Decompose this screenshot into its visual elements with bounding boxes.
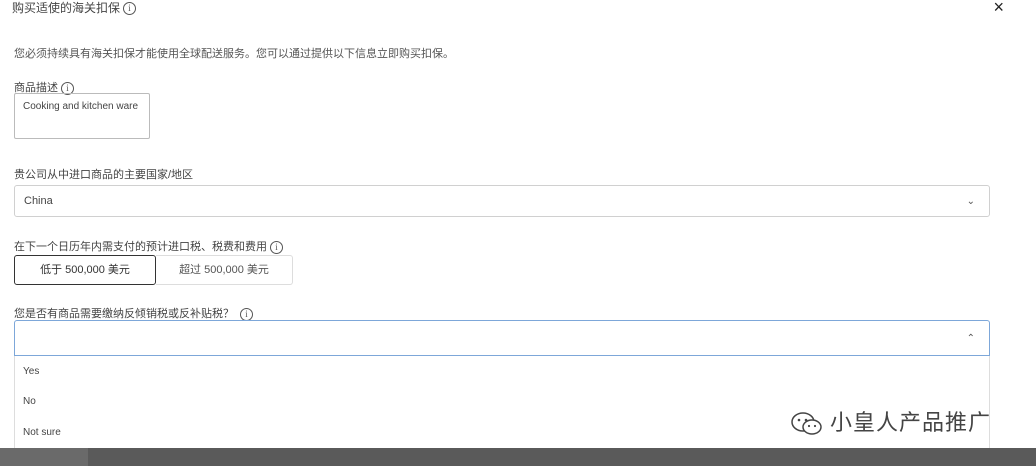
chevron-up-icon: ⌃ [966,333,975,344]
info-icon[interactable]: i [240,307,253,321]
duty-label-text: 您是否有商品需要缴纳反倾销税或反补贴税？ [14,308,234,320]
bottom-bar-left [0,448,88,466]
duty-label: 您是否有商品需要缴纳反倾销税或反补贴税？ i [14,305,253,321]
chevron-down-icon: ⌄ [966,196,975,207]
customs-bond-modal: 购买适使的海关扣保 i × 您必须持续具有海关扣保才能使用全球配送服务。您可以通过… [0,0,1036,448]
close-icon[interactable]: × [993,0,1004,18]
watermark: 小皇人产品推广 [790,405,991,437]
duty-option-not-sure[interactable]: Not sure [23,427,61,438]
country-label: 贵公司从中进口商品的主要国家/地区 [14,169,194,181]
country-select-value: China [24,195,53,207]
country-select[interactable]: China ⌄ [14,185,990,217]
duty-select[interactable]: ⌃ [14,320,990,356]
modal-title: 购买适使的海关扣保 i [12,0,137,16]
wechat-icon [791,412,822,435]
bottom-overlay-bar [0,448,1036,466]
info-icon[interactable]: i [270,240,283,254]
duty-option-no[interactable]: No [23,396,36,407]
amount-label-text: 在下一个日历年内需支付的预计进口税、税费和费用 [14,241,267,253]
watermark-text: 小皇人产品推广 [830,410,992,435]
modal-header: 购买适使的海关扣保 i × [0,0,1036,24]
info-icon[interactable]: i [123,2,137,16]
product-desc-textarea[interactable]: Cooking and kitchen ware [14,93,150,139]
intro-text: 您必须持续具有海关扣保才能使用全球配送服务。您可以通过提供以下信息立即购买扣保。 [14,48,454,60]
amount-option-over[interactable]: 超过 500,000 美元 [156,255,293,285]
amount-option-under[interactable]: 低于 500,000 美元 [14,255,156,285]
duty-option-yes[interactable]: Yes [23,366,39,377]
amount-label: 在下一个日历年内需支付的预计进口税、税费和费用 i [14,238,283,254]
modal-title-text: 购买适使的海关扣保 [12,1,121,15]
